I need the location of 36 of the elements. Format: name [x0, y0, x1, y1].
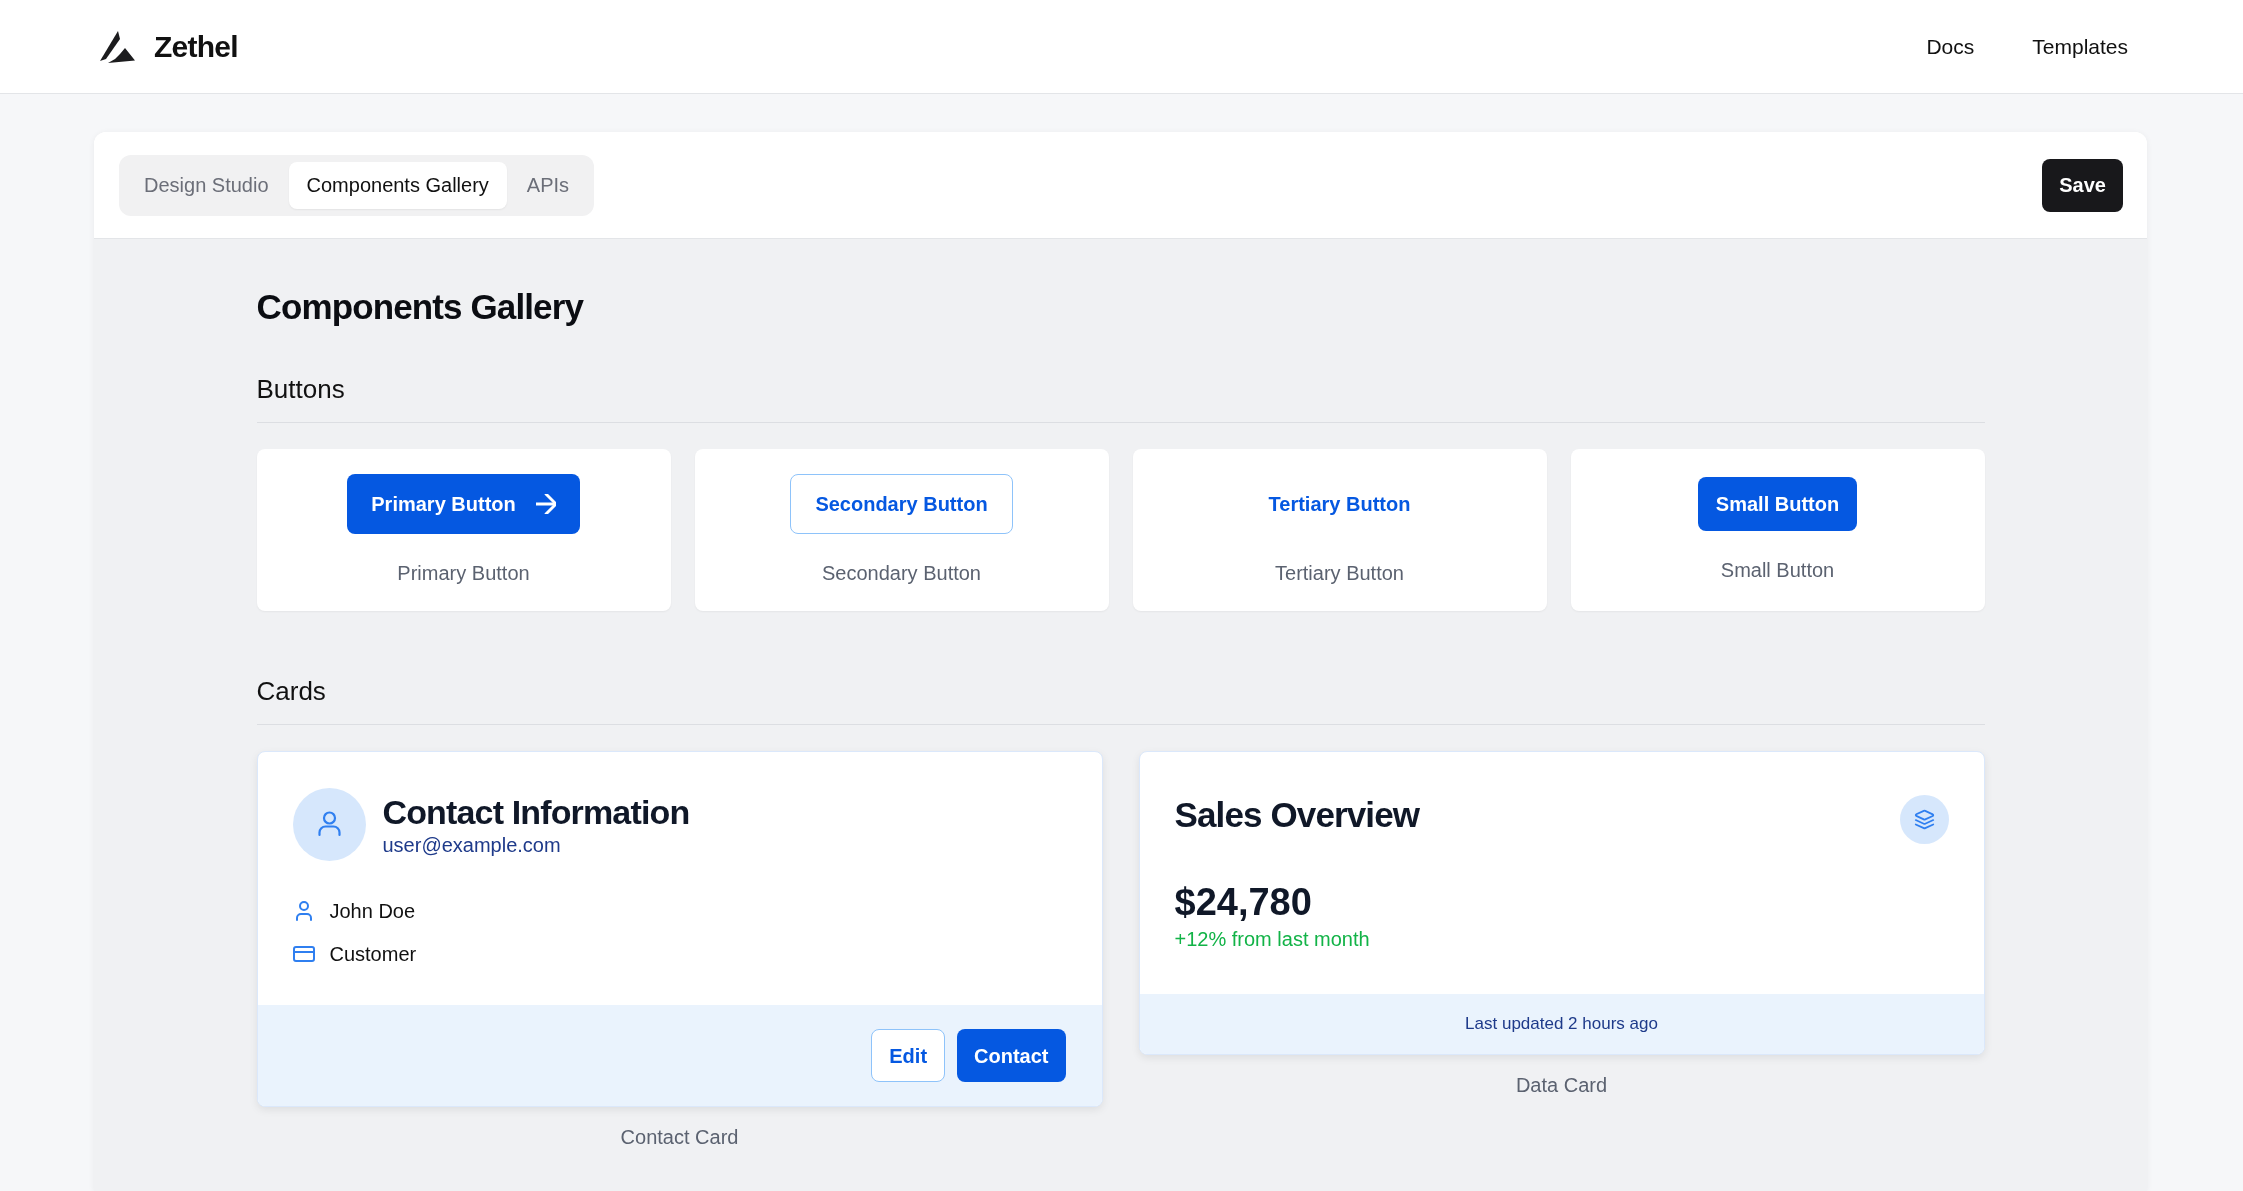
primary-button[interactable]: Primary Button — [347, 473, 580, 534]
nav-link[interactable]: Templates — [2032, 32, 2128, 61]
section-heading: Buttons — [256, 372, 1985, 423]
card-caption: Data Card — [1515, 1073, 1608, 1098]
tertiary-button[interactable]: Tertiary Button — [1244, 473, 1435, 534]
brand-name: Zethel — [154, 28, 238, 65]
page-title: Components Gallery — [256, 286, 585, 328]
layers-icon — [1899, 795, 1949, 844]
person-icon — [293, 901, 314, 921]
tab[interactable]: Components Gallery — [288, 161, 507, 209]
contact-detail: John Doe — [329, 899, 416, 924]
outline-action-button[interactable]: Edit — [871, 1029, 946, 1082]
arrow-right-icon — [535, 493, 556, 514]
primary-action-button[interactable]: Contact — [957, 1029, 1066, 1082]
tab[interactable]: APIs — [508, 161, 588, 209]
card-caption: Contact Card — [620, 1125, 739, 1150]
tab[interactable]: Design Studio — [126, 161, 287, 209]
card-title: Contact Information — [382, 791, 690, 832]
person-avatar-icon — [292, 788, 366, 861]
credit-card-icon — [292, 946, 315, 962]
card-title: Sales Overview — [1174, 795, 1420, 835]
metric-change: +12% from last month — [1174, 927, 1371, 952]
section-heading: Cards — [256, 674, 1985, 725]
button-caption: Tertiary Button — [1275, 560, 1404, 586]
save-button[interactable]: Save — [2042, 158, 2123, 212]
button-caption: Secondary Button — [822, 560, 981, 586]
contact-detail: Customer — [329, 942, 417, 967]
metric-value: $24,780 — [1174, 880, 1313, 925]
card-footer-note: Last updated 2 hours ago — [1139, 994, 1984, 1054]
button-caption: Primary Button — [397, 560, 530, 586]
logo-icon — [100, 30, 135, 63]
small-button[interactable]: Small Button — [1697, 476, 1858, 531]
button-caption: Small Button — [1720, 557, 1835, 583]
secondary-button[interactable]: Secondary Button — [790, 473, 1013, 534]
contact-email: user@example.com — [382, 832, 562, 858]
nav-link[interactable]: Docs — [1926, 32, 1975, 61]
